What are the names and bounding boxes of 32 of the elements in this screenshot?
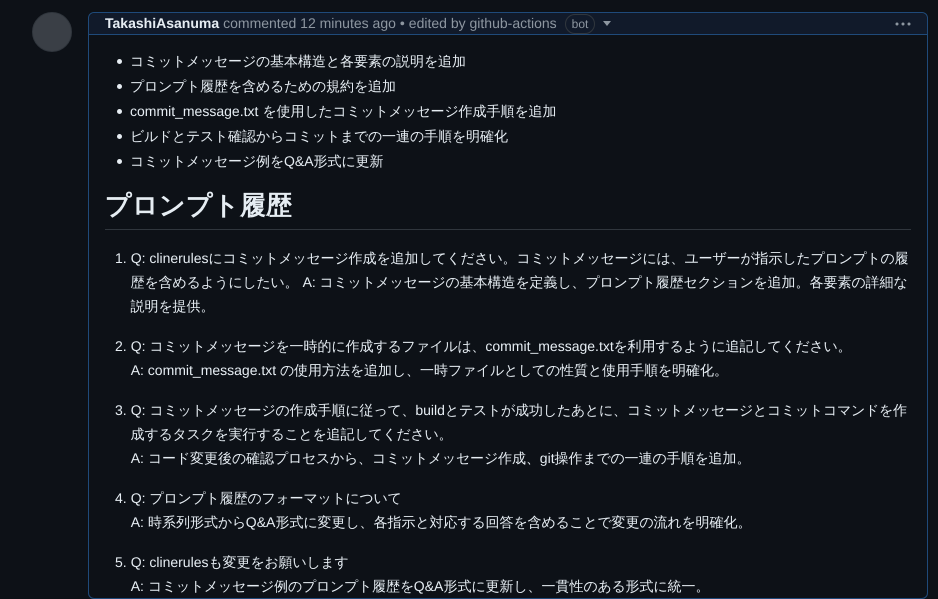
- history-text: Q: clinerulesも変更をお願いします: [130, 553, 350, 572]
- history-text: Q: clinerulesにコミットメッセージ作成を追加してください。コミットメッセージには、ユーザーが指示したプロンプトの履歴を含めるようにしたい。 A: コミットメッセージの基本構造を定義し、プロンプト履歴セクションを追加。各要素の詳細な説明を提供。: [130, 249, 910, 316]
- history-text: Q: コミットメッセージを一時的に作成するファイルは、commit_message.txtを利用するように追記してください。: [130, 337, 852, 356]
- bullet-text: プロンプト履歴を含めるための規約を追加: [130, 77, 396, 96]
- bullet-icon: [117, 58, 122, 64]
- list-number: 3.: [115, 401, 127, 420]
- caret-down-icon[interactable]: [603, 21, 612, 26]
- bullet-icon: [117, 108, 122, 114]
- bullet-text: commit_message.txt を使用したコミットメッセージ作成手順を追加: [130, 102, 556, 121]
- bullet-icon: [117, 134, 122, 138]
- history-text: Q: プロンプト履歴のフォーマットについて: [130, 489, 402, 508]
- author-link[interactable]: TakashiAsanuma: [105, 13, 220, 34]
- history-text: A: 時系列形式からQ&A形式に変更し、各指示と対応する回答を含めることで変更の流れを明確化。: [130, 513, 752, 532]
- bullet-icon: [117, 158, 122, 164]
- history-text: Q: コミットメッセージの作成手順に従って、buildとテストが成功したあとに、コミットメッセージとコミットコマンドを作成するタスクを実行することを追記してください。: [130, 401, 908, 444]
- list-number: 2.: [115, 337, 127, 356]
- history-text: A: コード変更後の確認プロセスから、コミットメッセージ作成、git操作までの一連の手順を追加。: [130, 449, 752, 468]
- separator: •: [400, 14, 405, 33]
- bullet-icon: [117, 84, 122, 88]
- bullet-text: ビルドとテスト確認からコミットまでの一連の手順を明確化: [130, 127, 508, 146]
- history-text: A: commit_message.txt の使用方法を追加し、一時ファイルとしての性質と使用手順を明確化。: [130, 361, 730, 380]
- history-text: A: コミットメッセージ例のプロンプト履歴をQ&A形式に更新し、一貫性のある形式に統一。: [130, 577, 710, 596]
- comment-time: commented 12 minutes ago: [223, 14, 396, 33]
- list-number: 4.: [115, 489, 127, 508]
- bullet-text: コミットメッセージ例をQ&A形式に更新: [130, 152, 384, 171]
- bullet-text: コミットメッセージの基本構造と各要素の説明を追加: [130, 52, 466, 71]
- list-number: 1.: [115, 249, 127, 268]
- more-options-icon[interactable]: [895, 22, 911, 26]
- section-heading: プロンプト履歴: [105, 187, 911, 230]
- bot-label: bot: [564, 14, 596, 34]
- list-number: 5.: [115, 553, 127, 572]
- edited-by-link[interactable]: edited by github-actions: [408, 13, 557, 34]
